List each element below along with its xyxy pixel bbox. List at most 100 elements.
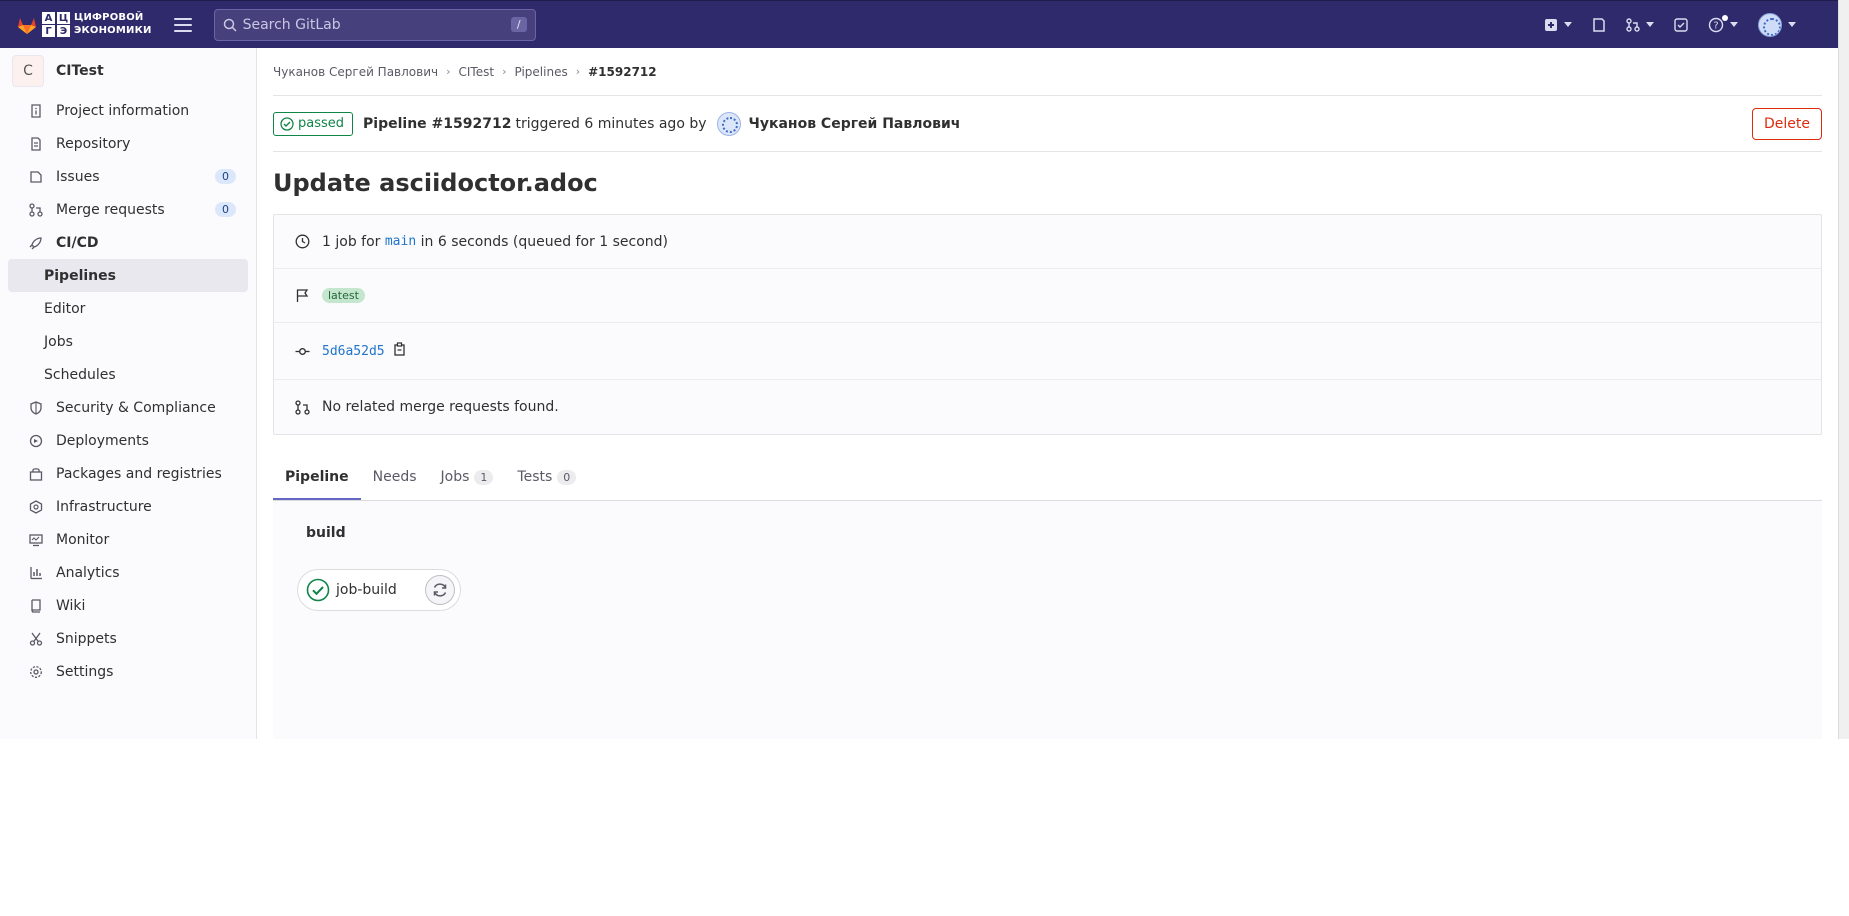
retry-button[interactable] (425, 575, 455, 605)
info-row-jobs: 1 job for main in 6 seconds (queued for … (274, 215, 1821, 269)
chevron-down-icon (1730, 22, 1738, 27)
user-avatar[interactable] (716, 111, 741, 136)
breadcrumb-item-current[interactable]: #1592712 (588, 65, 657, 79)
job-pill[interactable]: job-build (297, 569, 461, 611)
sidebar-item-label: CI/CD (56, 234, 99, 251)
tab-needs[interactable]: Needs (361, 456, 429, 500)
info-row-merge-requests: No related merge requests found. (274, 380, 1821, 434)
logo-text-line2: ЭКОНОМИКИ (74, 25, 152, 36)
pipeline-graph: build job-build (273, 501, 1822, 739)
info-row-commit: 5d6a52d5 (274, 323, 1821, 380)
pipeline-triggered-text: triggered 6 minutes ago by (515, 115, 707, 132)
sidebar-item-label: Merge requests (56, 201, 165, 218)
sidebar-item-merge-requests[interactable]: Merge requests 0 (8, 193, 248, 226)
tab-pipeline[interactable]: Pipeline (273, 456, 361, 500)
sidebar-item-security-compliance[interactable]: Security & Compliance (8, 391, 248, 424)
book-icon (28, 598, 44, 614)
sidebar-item-packages-registries[interactable]: Packages and registries (8, 457, 248, 490)
logo-letter: Г (42, 25, 55, 37)
logo-letter: Э (57, 25, 70, 37)
breadcrumb-item-pipelines[interactable]: Pipelines (514, 65, 567, 79)
monitor-icon (28, 532, 44, 548)
commit-sha-link[interactable]: 5d6a52d5 (322, 344, 385, 359)
sidebar-item-monitor[interactable]: Monitor (8, 523, 248, 556)
hamburger-menu-icon[interactable] (173, 17, 192, 32)
success-status-icon (306, 578, 330, 602)
logo-letter: Ц (57, 12, 70, 24)
snippet-icon (28, 631, 44, 647)
rocket-icon (28, 235, 44, 251)
cloud-icon (28, 499, 44, 515)
merge-request-icon (1626, 17, 1640, 32)
logo-letter: А (42, 12, 55, 24)
merge-requests-text: No related merge requests found. (322, 399, 559, 415)
sidebar-item-label: Packages and registries (56, 465, 222, 482)
tab-count-badge: 1 (474, 469, 494, 485)
sidebar-item-settings[interactable]: Settings (8, 655, 248, 688)
breadcrumb-item-user[interactable]: Чуканов Сергей Павлович (273, 65, 438, 79)
delete-button[interactable]: Delete (1752, 107, 1822, 140)
sidebar-item-label: Infrastructure (56, 498, 152, 515)
chevron-right-icon: › (575, 65, 581, 78)
tab-count-badge: 0 (557, 469, 577, 485)
sidebar-item-label: Jobs (44, 333, 73, 350)
tab-jobs[interactable]: Jobs 1 (429, 456, 506, 500)
branch-link[interactable]: main (385, 234, 416, 249)
sidebar-item-analytics[interactable]: Analytics (8, 556, 248, 589)
top-right-actions: ? (1544, 12, 1796, 37)
check-circle-icon (280, 116, 294, 131)
sidebar-project[interactable]: C CITest (0, 48, 256, 94)
sidebar-item-issues[interactable]: Issues 0 (8, 160, 248, 193)
status-text: passed (298, 116, 345, 131)
main-content: Чуканов Сергей Павлович › CITest › Pipel… (273, 48, 1822, 739)
sidebar-item-label: Monitor (56, 531, 110, 548)
breadcrumb-item-project[interactable]: CITest (459, 65, 495, 79)
sidebar: C CITest Project information Repository … (0, 48, 257, 739)
sidebar-item-schedules[interactable]: Schedules (8, 358, 248, 391)
package-icon (28, 466, 44, 482)
sidebar-item-label: Security & Compliance (56, 399, 216, 416)
page-scrollbar[interactable] (1838, 0, 1849, 739)
merge-requests-button[interactable] (1626, 17, 1654, 32)
chart-icon (28, 565, 44, 581)
sidebar-item-project-information[interactable]: Project information (8, 94, 248, 127)
issues-button[interactable] (1592, 17, 1606, 32)
home-logo[interactable]: А Ц ЦИФРОВОЙ Г Э ЭКОНОМИКИ (16, 12, 152, 37)
doc-icon (28, 136, 44, 152)
project-name: CITest (56, 63, 104, 79)
help-button[interactable]: ? (1708, 14, 1738, 33)
retry-icon (433, 583, 447, 597)
info-row-tags: latest (274, 269, 1821, 323)
pipeline-user[interactable]: Чуканов Сергей Павлович (749, 116, 961, 132)
search-input[interactable]: Search GitLab / (213, 8, 536, 41)
todos-button[interactable] (1674, 17, 1688, 32)
sidebar-item-label: Issues (56, 168, 100, 185)
merge-request-icon (28, 202, 44, 218)
tab-tests[interactable]: Tests 0 (505, 456, 588, 500)
sidebar-item-snippets[interactable]: Snippets (8, 622, 248, 655)
top-bar: А Ц ЦИФРОВОЙ Г Э ЭКОНОМИКИ Search GitLab… (0, 0, 1838, 48)
tab-label: Jobs (440, 469, 470, 485)
sidebar-item-repository[interactable]: Repository (8, 127, 248, 160)
user-avatar (1758, 12, 1782, 37)
sidebar-item-pipelines[interactable]: Pipelines (8, 259, 248, 292)
flag-icon (294, 288, 310, 304)
user-menu-button[interactable] (1758, 12, 1796, 37)
page-title: Update asciidoctor.adoc (273, 169, 598, 197)
create-new-button[interactable] (1544, 18, 1572, 32)
sidebar-item-jobs[interactable]: Jobs (8, 325, 248, 358)
duration-text: in 6 seconds (queued for 1 second) (420, 233, 668, 250)
status-badge[interactable]: passed (273, 111, 354, 136)
clock-icon (294, 234, 310, 250)
sidebar-item-deployments[interactable]: Deployments (8, 424, 248, 457)
sidebar-item-editor[interactable]: Editor (8, 292, 248, 325)
sidebar-item-label: Pipelines (44, 267, 116, 284)
info-icon (28, 103, 44, 119)
shield-icon (28, 400, 44, 416)
stage-title: build (306, 525, 346, 541)
sidebar-item-infrastructure[interactable]: Infrastructure (8, 490, 248, 523)
sidebar-item-wiki[interactable]: Wiki (8, 589, 248, 622)
gitlab-fox-icon (18, 17, 36, 34)
copy-icon[interactable] (393, 342, 407, 360)
sidebar-item-ci-cd[interactable]: CI/CD (8, 226, 248, 259)
